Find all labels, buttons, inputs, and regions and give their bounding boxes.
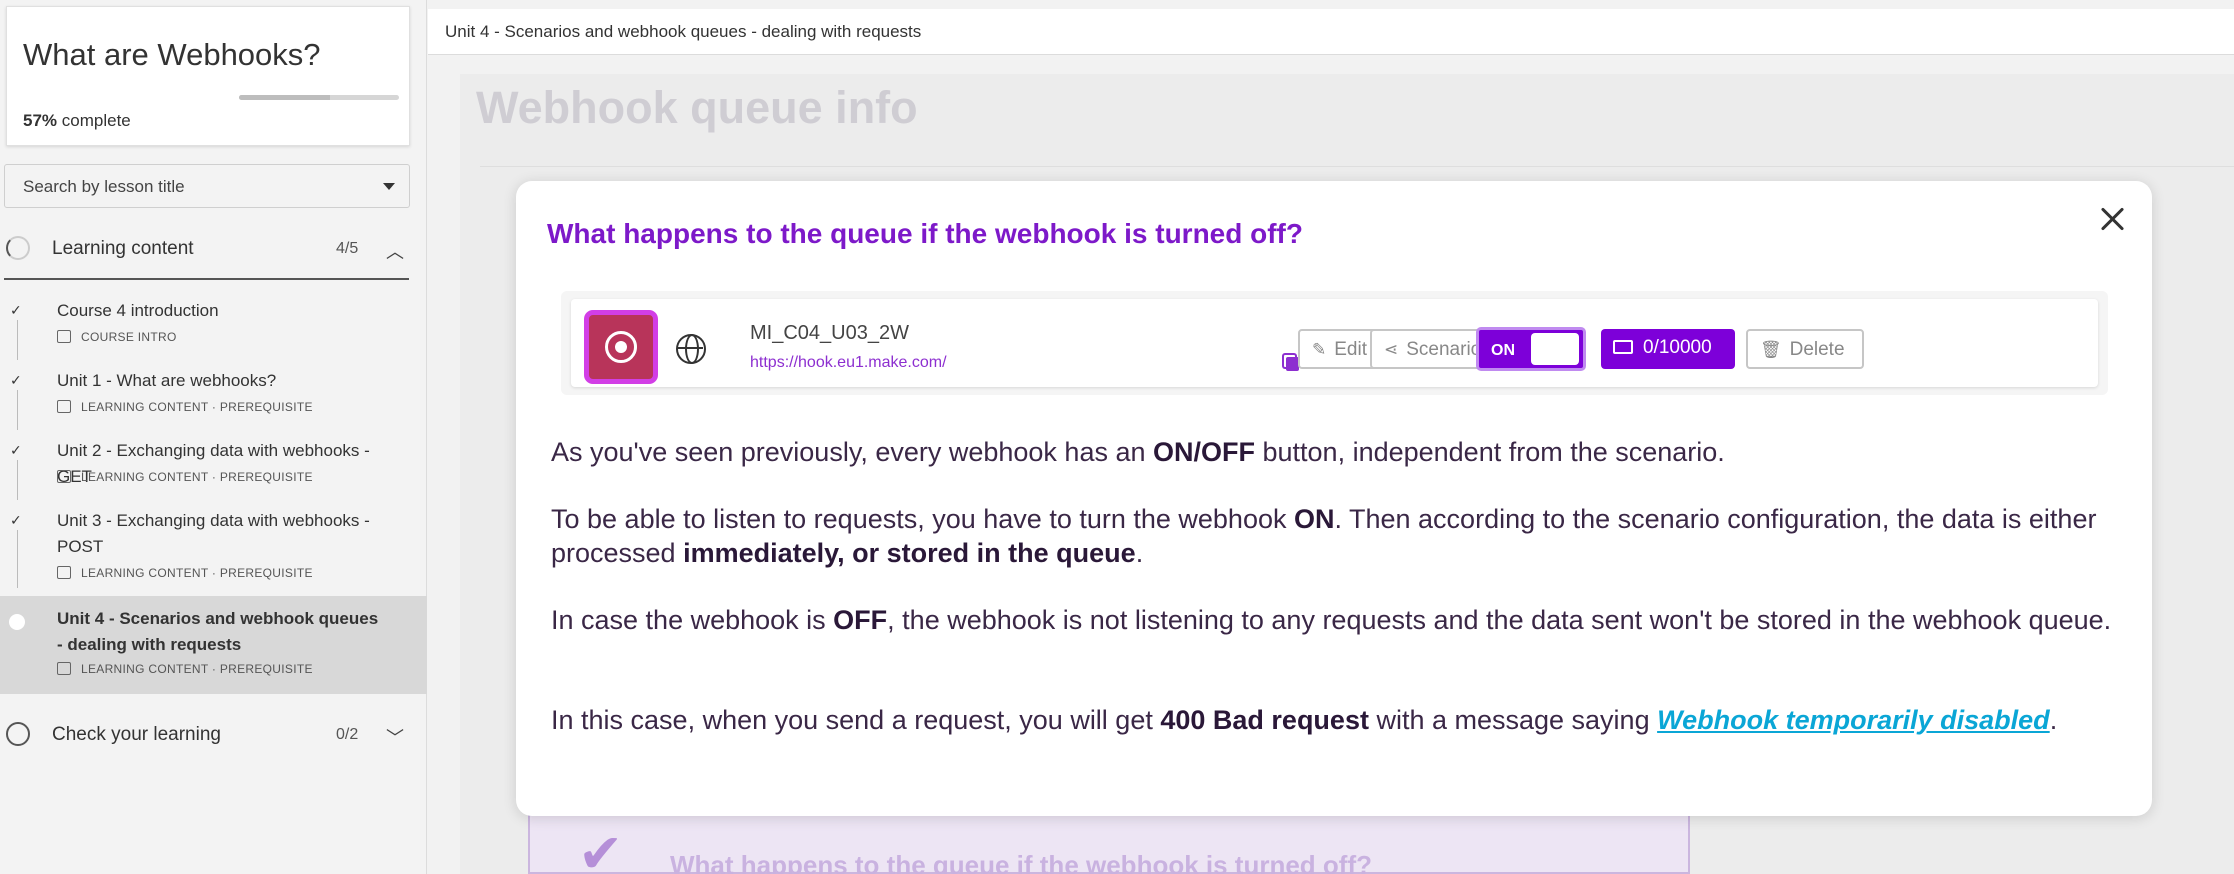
paragraph-2: To be able to listen to requests, you ha… bbox=[551, 504, 2097, 568]
check-icon: ✓ bbox=[10, 302, 22, 318]
lesson-item-unit-4-active[interactable]: Unit 4 - Scenarios and webhook queues - … bbox=[0, 596, 427, 694]
check-icon: ✓ bbox=[10, 442, 22, 458]
section-progress-ring-icon bbox=[6, 236, 30, 260]
lesson-meta: LEARNING CONTENT · PREREQUISITE bbox=[57, 566, 313, 580]
lesson-search-placeholder: Search by lesson title bbox=[23, 177, 185, 196]
section-divider bbox=[4, 278, 409, 280]
section-label: Learning content bbox=[52, 238, 194, 259]
course-progress-fill bbox=[239, 95, 331, 100]
chevron-down-icon[interactable]: ﹀ bbox=[386, 724, 404, 750]
lesson-meta: COURSE INTRO bbox=[57, 330, 177, 344]
queue-button: 0/10000 bbox=[1601, 329, 1735, 369]
section-progress-ring-icon bbox=[6, 722, 30, 746]
page-heading: Webhook queue info bbox=[476, 82, 918, 133]
webhook-row-illustration: MI_C04_U03_2W https://hook.eu1.make.com/… bbox=[561, 291, 2108, 395]
checkmark-icon: ✔ bbox=[578, 824, 624, 874]
course-progress-bar bbox=[239, 95, 399, 100]
course-sidebar: What are Webhooks? 57% complete Search b… bbox=[0, 0, 427, 874]
share-icon: ⋖ bbox=[1384, 340, 1399, 359]
on-off-toggle: ON bbox=[1476, 327, 1586, 371]
section-learning-content[interactable]: Learning content 4/5 ︿ bbox=[0, 222, 410, 274]
truck-icon bbox=[1613, 340, 1633, 354]
delete-button: 🗑 Delete bbox=[1746, 329, 1864, 369]
lesson-meta: LEARNING CONTENT · PREREQUISITE bbox=[57, 662, 313, 676]
section-count: 0/2 bbox=[336, 726, 359, 743]
lesson-title: Unit 4 - Scenarios and webhook queues - … bbox=[57, 609, 379, 654]
progress-percent: 57% bbox=[23, 111, 58, 130]
lesson-meta: LEARNING CONTENT · PREREQUISITE bbox=[57, 400, 313, 414]
slides-icon bbox=[57, 566, 71, 579]
divider bbox=[480, 166, 2234, 167]
modal-question: What happens to the queue if the webhook… bbox=[547, 218, 1303, 249]
trash-icon: 🗑 bbox=[1760, 340, 1782, 359]
webhook-row: MI_C04_U03_2W https://hook.eu1.make.com/… bbox=[571, 299, 2098, 387]
globe-icon bbox=[676, 334, 706, 364]
progress-text: 57% complete bbox=[23, 111, 131, 131]
course-title: What are Webhooks? bbox=[23, 37, 321, 72]
slides-icon bbox=[57, 662, 71, 675]
info-modal: What happens to the queue if the webhook… bbox=[516, 181, 2152, 816]
toggle-knob bbox=[1531, 333, 1579, 365]
course-header-card: What are Webhooks? 57% complete bbox=[6, 6, 410, 146]
section-label: Check your learning bbox=[52, 724, 221, 745]
chevron-up-icon[interactable]: ︿ bbox=[386, 238, 404, 264]
lesson-title: Course 4 introduction bbox=[57, 301, 219, 320]
lesson-title: Unit 3 - Exchanging data with webhooks -… bbox=[57, 511, 370, 556]
progress-suffix: complete bbox=[61, 111, 131, 130]
paragraph-4: In this case, when you send a request, y… bbox=[551, 705, 2058, 735]
webhook-app-icon bbox=[584, 310, 658, 384]
lesson-item-unit-3[interactable]: ✓ Unit 3 - Exchanging data with webhooks… bbox=[0, 506, 427, 586]
pencil-icon: ✎ bbox=[1312, 340, 1327, 359]
paragraph-3: In case the webhook is OFF, the webhook … bbox=[551, 605, 2112, 635]
lesson-item-unit-2[interactable]: ✓ Unit 2 - Exchanging data with webhooks… bbox=[0, 436, 427, 496]
slides-icon bbox=[57, 400, 71, 413]
webhook-url: https://hook.eu1.make.com/ bbox=[750, 354, 947, 371]
current-lesson-dot-icon bbox=[9, 614, 25, 630]
section-count: 4/5 bbox=[336, 240, 359, 257]
toggle-label: ON bbox=[1491, 342, 1515, 359]
lesson-search-select[interactable]: Search by lesson title bbox=[4, 164, 410, 208]
slides-icon bbox=[57, 470, 71, 483]
caret-down-icon bbox=[383, 183, 395, 190]
check-icon: ✓ bbox=[10, 372, 22, 388]
check-icon: ✓ bbox=[10, 512, 22, 528]
webhook-name: MI_C04_U03_2W bbox=[750, 322, 909, 344]
lesson-topbar: Unit 4 - Scenarios and webhook queues - … bbox=[428, 9, 2234, 55]
lesson-item-unit-1[interactable]: ✓ Unit 1 - What are webhooks? LEARNING C… bbox=[0, 366, 427, 426]
webhook-disabled-link[interactable]: Webhook temporarily disabled bbox=[1657, 705, 2050, 735]
document-icon bbox=[57, 330, 71, 343]
section-check-your-learning[interactable]: Check your learning 0/2 ﹀ bbox=[0, 708, 410, 760]
breadcrumb: Unit 4 - Scenarios and webhook queues - … bbox=[445, 22, 922, 41]
flip-card-question: What happens to the queue if the webhook… bbox=[670, 850, 1372, 874]
paragraph-1: As you've seen previously, every webhook… bbox=[551, 437, 1725, 467]
lesson-title: Unit 1 - What are webhooks? bbox=[57, 371, 277, 390]
close-icon[interactable] bbox=[2098, 204, 2128, 234]
lesson-meta: LEARNING CONTENT · PREREQUISITE bbox=[57, 470, 313, 484]
lesson-item-course-intro[interactable]: ✓ Course 4 introduction COURSE INTRO bbox=[0, 296, 427, 356]
